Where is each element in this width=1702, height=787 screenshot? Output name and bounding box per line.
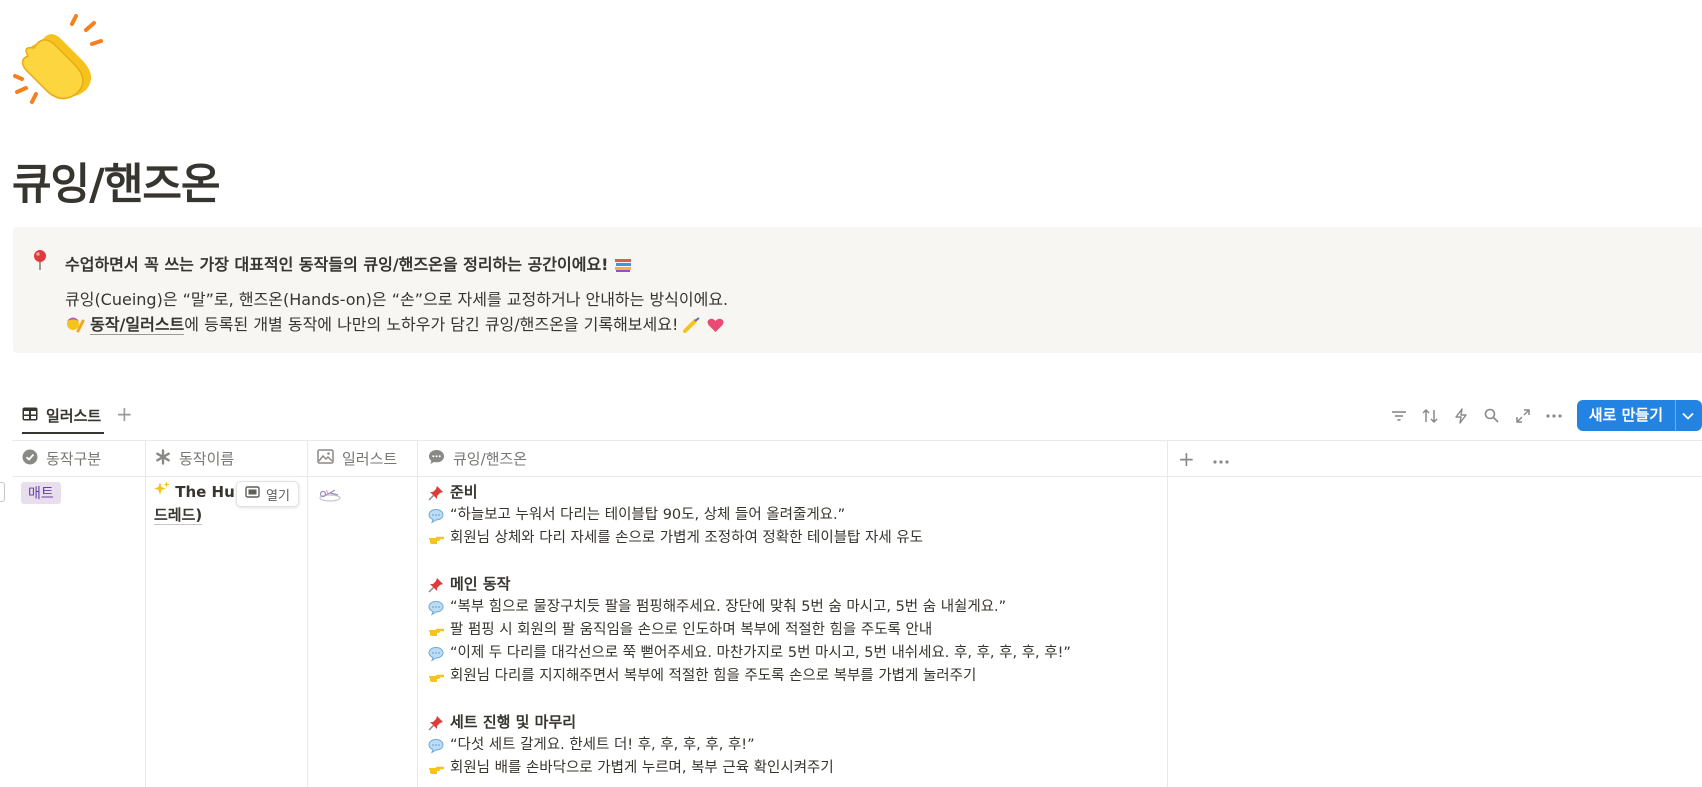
- search-icon[interactable]: [1483, 407, 1501, 425]
- tab-label: 일러스트: [46, 407, 102, 425]
- page-title: 큐잉/핸즈온: [12, 160, 221, 210]
- column-header-label: 동작구분: [46, 450, 102, 468]
- column-header-category[interactable]: 동작구분: [22, 441, 101, 476]
- person-raising-hand-icon: [65, 315, 85, 337]
- category-tag[interactable]: 매트: [21, 482, 61, 504]
- callout-block: 수업하면서 꼭 쓰는 가장 대표적인 동작들의 큐잉/핸즈온을 정리하는 공간이…: [13, 227, 1702, 353]
- section-title: 세트 진행 및 마무리: [428, 711, 1148, 734]
- add-view-button[interactable]: +: [116, 402, 133, 426]
- callout-headline: 수업하면서 꼭 쓰는 가장 대표적인 동작들의 큐잉/핸즈온을 정리하는 공간이…: [65, 251, 632, 277]
- speech-bubble-icon: [428, 508, 444, 524]
- cue-item: “이제 두 다리를 대각선으로 쭉 뻗어주세요. 마찬가지로 5번 마시고, 5…: [428, 642, 1148, 665]
- column-divider[interactable]: [1167, 441, 1168, 787]
- pointing-hand-icon: [429, 536, 444, 544]
- more-icon[interactable]: [1213, 450, 1229, 468]
- filter-icon[interactable]: [1390, 407, 1408, 425]
- column-header-label: 큐잉/핸즈온: [453, 450, 528, 468]
- open-page-label: 열기: [266, 488, 290, 504]
- sparkles-icon: [154, 481, 175, 501]
- books-icon: [614, 257, 632, 277]
- cueing-cell[interactable]: 준비 “하늘보고 누워서 다리는 테이블탑 90도, 상체 들어 올려줄게요.”…: [428, 481, 1148, 780]
- row-drag-handle[interactable]: [0, 482, 5, 502]
- column-divider[interactable]: [417, 441, 418, 787]
- section-title: 메인 동작: [428, 573, 1148, 596]
- column-header-cueing[interactable]: 큐잉/핸즈온: [428, 441, 527, 476]
- pointing-hand-icon: [429, 674, 444, 682]
- open-page-button[interactable]: 열기: [236, 481, 299, 507]
- writing-hand-icon: [683, 317, 701, 337]
- expand-icon[interactable]: [1514, 407, 1532, 425]
- cue-item: 회원님 배를 손바닥으로 가볍게 누르며, 복부 근육 확인시켜주기: [428, 757, 1148, 780]
- image-icon: [317, 449, 334, 468]
- callout-headline-text: 수업하면서 꼭 쓰는 가장 대표적인 동작들의 큐잉/핸즈온을 정리하는 공간이…: [65, 255, 609, 274]
- callout-instruction: 동작/일러스트에 등록된 개별 동작에 나만의 노하우가 담긴 큐잉/핸즈온을 …: [65, 311, 724, 337]
- pointing-hand-icon: [429, 766, 444, 774]
- pushpin-icon: [428, 577, 443, 593]
- more-icon[interactable]: [1545, 407, 1563, 425]
- column-header-name[interactable]: 동작이름: [155, 441, 234, 476]
- comment-icon: [428, 449, 445, 469]
- callout-description: 큐잉(Cueing)은 “말”로, 핸즈온(Hands-on)은 “손”으로 자…: [65, 290, 729, 309]
- speech-bubble-icon: [428, 646, 444, 662]
- pushpin-icon: [428, 715, 443, 731]
- new-entry-button[interactable]: 새로 만들기: [1576, 400, 1702, 431]
- lightning-icon[interactable]: [1452, 407, 1470, 425]
- database-toolbar: 새로 만들기: [1377, 399, 1702, 432]
- cue-item: 팔 펌핑 시 회원의 팔 움직임을 손으로 인도하며 복부에 적절한 힘을 주도…: [428, 619, 1148, 642]
- column-header-illustration[interactable]: 일러스트: [317, 441, 397, 476]
- table-icon: [22, 407, 38, 425]
- cue-item: 회원님 다리를 지지해주면서 복부에 적절한 힘을 주도록 손으로 복부를 가볍…: [428, 665, 1148, 688]
- tab-illustration-view[interactable]: 일러스트: [22, 405, 101, 426]
- open-page-icon: [245, 486, 260, 502]
- status-check-icon: [22, 449, 38, 469]
- clapping-hands-icon[interactable]: [12, 14, 104, 106]
- section-title: 준비: [428, 481, 1148, 504]
- pointing-hand-icon: [429, 628, 444, 636]
- name-text-line2: 드레드): [154, 506, 203, 525]
- sort-icon[interactable]: [1421, 407, 1439, 425]
- column-divider[interactable]: [145, 441, 146, 787]
- column-header-label: 동작이름: [179, 450, 235, 468]
- cue-item: “복부 힘으로 물장구치듯 팔을 펌핑해주세요. 장단에 맞춰 5번 숨 마시고…: [428, 596, 1148, 619]
- speech-bubble-icon: [428, 738, 444, 754]
- active-tab-indicator: [22, 432, 104, 434]
- name-text-line1: The Hun: [175, 483, 246, 501]
- speech-bubble-icon: [428, 600, 444, 616]
- new-entry-label: 새로 만들기: [1577, 400, 1676, 431]
- cue-item: “다섯 세트 갈게요. 한세트 더! 후, 후, 후, 후, 후!”: [428, 734, 1148, 757]
- illustration-db-link[interactable]: 동작/일러스트: [90, 315, 185, 335]
- pushpin-icon: [428, 485, 443, 501]
- header-bottom-border: [12, 476, 1702, 477]
- illustration-thumbnail[interactable]: [318, 484, 342, 504]
- table-top-border: [12, 440, 1702, 441]
- column-header-label: 일러스트: [342, 450, 398, 468]
- add-property-button[interactable]: +: [1178, 447, 1195, 471]
- asterisk-icon: [155, 448, 171, 469]
- chevron-down-icon[interactable]: [1676, 412, 1702, 420]
- pin-icon[interactable]: [32, 249, 48, 271]
- cue-item: “하늘보고 누워서 다리는 테이블탑 90도, 상체 들어 올려줄게요.”: [428, 504, 1148, 527]
- callout-instruction-text: 에 등록된 개별 동작에 나만의 노하우가 담긴 큐잉/핸즈온을 기록해보세요!: [184, 315, 679, 334]
- heart-icon: [707, 318, 724, 337]
- column-divider[interactable]: [307, 441, 308, 787]
- column-header-actions: +: [1178, 441, 1229, 476]
- cue-item: 회원님 상체와 다리 자세를 손으로 가볍게 조정하여 정확한 테이블탑 자세 …: [428, 527, 1148, 550]
